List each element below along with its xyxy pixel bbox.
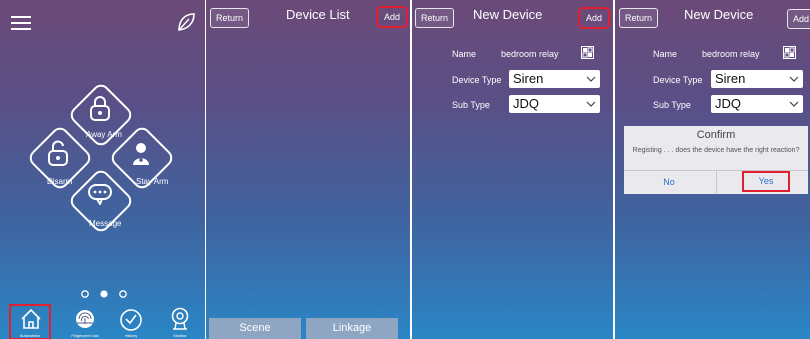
message-icon — [88, 184, 112, 205]
message-label: Message — [89, 219, 122, 228]
return-button[interactable]: Return — [210, 8, 250, 28]
device-type-select[interactable]: Siren — [711, 70, 803, 88]
disarm-label: Disarm — [47, 177, 73, 186]
fingerprint-icon — [76, 310, 94, 328]
history-icon — [120, 309, 142, 331]
tab-history[interactable]: History — [113, 305, 149, 339]
sub-type-value: JDQ — [513, 96, 539, 111]
tab-history-label: History — [124, 333, 138, 338]
dialog-title: Confirm — [696, 129, 736, 141]
tab-fingerprint-lock[interactable]: Fingerprint lock — [62, 305, 108, 339]
tab-automation-label: Automation — [19, 333, 41, 338]
stay-arm-label: Stay Arm — [136, 177, 169, 186]
person-lock-icon — [133, 143, 149, 165]
home-icon — [21, 308, 41, 329]
tab-fingerprint-label: Fingerprint lock — [71, 333, 99, 338]
tab-automation[interactable]: Automation — [9, 304, 51, 339]
page-title: Device List — [286, 7, 350, 22]
yes-button[interactable]: Yes — [742, 171, 790, 192]
page-title: New Device — [473, 7, 543, 22]
device-type-value: Siren — [513, 71, 544, 86]
device-type-label: Device Type — [452, 75, 502, 85]
sub-type-label: Sub Type — [653, 100, 691, 110]
qr-code-icon[interactable] — [783, 46, 796, 59]
chevron-down-icon — [586, 76, 596, 82]
name-value[interactable]: bedroom relay — [501, 49, 559, 59]
dialog-button-divider — [716, 171, 717, 194]
return-button[interactable]: Return — [619, 8, 659, 28]
name-value[interactable]: bedroom relay — [702, 49, 760, 59]
confirm-dialog: Confirm Registing . . . does the device … — [624, 126, 808, 194]
away-arm-label: Away Arm — [86, 130, 122, 139]
chevron-down-icon — [789, 76, 799, 82]
sub-type-value: JDQ — [715, 96, 741, 111]
page-indicator[interactable] — [80, 289, 128, 299]
sub-type-select[interactable]: JDQ — [711, 95, 803, 113]
new-device-screen: Return New Device Add Name bedroom relay… — [412, 0, 613, 339]
no-button[interactable]: No — [624, 172, 714, 192]
scene-button[interactable]: Scene — [209, 318, 301, 339]
device-list-screen: Return Device List Add Scene Linkage — [206, 0, 410, 339]
chevron-down-icon — [789, 101, 799, 107]
home-screen: Away Arm Disarm Stay Arm Message Automat… — [0, 0, 205, 339]
device-type-label: Device Type — [653, 75, 703, 85]
name-label: Name — [452, 49, 477, 59]
return-button[interactable]: Return — [415, 8, 455, 28]
lock-icon — [90, 96, 110, 121]
tab-monitor-label: Monitor — [173, 333, 187, 338]
chevron-down-icon — [586, 101, 596, 107]
device-type-value: Siren — [715, 71, 746, 86]
tab-monitor[interactable]: Monitor — [160, 305, 200, 339]
linkage-button[interactable]: Linkage — [306, 318, 398, 339]
menu-icon[interactable] — [11, 15, 31, 31]
unlock-icon — [48, 140, 68, 166]
add-button[interactable]: Add — [375, 6, 409, 28]
device-type-select[interactable]: Siren — [509, 70, 600, 88]
sub-type-select[interactable]: JDQ — [509, 95, 600, 113]
dialog-message: Registing . . . does the device have the… — [632, 147, 800, 154]
name-label: Name — [653, 49, 678, 59]
leaf-icon[interactable] — [176, 12, 196, 32]
qr-code-icon[interactable] — [581, 46, 594, 59]
camera-icon — [171, 307, 189, 330]
page-title: New Device — [684, 7, 754, 22]
add-button[interactable]: Add — [577, 7, 611, 29]
add-button[interactable]: Add — [787, 9, 810, 29]
sub-type-label: Sub Type — [452, 100, 490, 110]
